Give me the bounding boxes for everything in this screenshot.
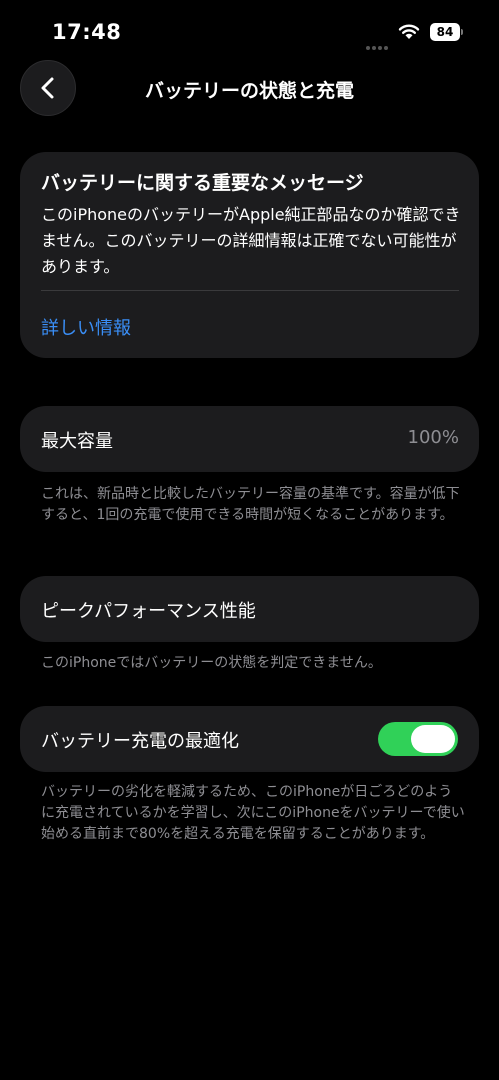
maximum-capacity-row: 最大容量 100% (20, 406, 479, 472)
battery-level: 84 (430, 23, 460, 41)
page-title: バッテリーの状態と充電 (144, 80, 354, 102)
peak-performance-row: ピークパフォーマンス性能 (20, 576, 479, 642)
battery-icon: 84 (430, 23, 464, 41)
optimized-charging-label: バッテリー充電の最適化 (41, 731, 239, 752)
maximum-capacity-footnote: これは、新品時と比較したバッテリー容量の基準です。容量が低下すると、1回の充電で… (41, 486, 460, 523)
optimized-charging-row: バッテリー充電の最適化 (20, 706, 479, 772)
toggle-knob (411, 725, 455, 753)
divider (41, 290, 459, 291)
cellular-signal-icon (366, 35, 390, 54)
optimized-charging-footnote: バッテリーの劣化を軽減するため、このiPhoneが日ごろどのように充電されている… (41, 784, 465, 842)
status-bar: 17:48 84 (0, 0, 499, 64)
learn-more-link[interactable]: 詳しい情報 (41, 314, 131, 340)
message-body: このiPhoneのバッテリーがApple純正部品なのか確認できません。このバッテ… (41, 205, 461, 276)
peak-performance-label: ピークパフォーマンス性能 (41, 601, 256, 622)
wifi-icon (398, 24, 420, 39)
maximum-capacity-label: 最大容量 (41, 431, 113, 452)
battery-health-screen: 17:48 84 バッテリーの状態と充電 バッテリーに関する重要なメッセージ こ… (0, 0, 499, 1080)
optimized-charging-toggle[interactable] (378, 722, 458, 756)
maximum-capacity-value: 100% (407, 427, 459, 448)
peak-performance-footnote: このiPhoneではバッテリーの状態を判定できません。 (41, 655, 382, 671)
message-title: バッテリーに関する重要なメッセージ (41, 172, 364, 194)
status-time: 17:48 (52, 20, 122, 44)
important-message-card: バッテリーに関する重要なメッセージ このiPhoneのバッテリーがApple純正… (20, 152, 479, 358)
